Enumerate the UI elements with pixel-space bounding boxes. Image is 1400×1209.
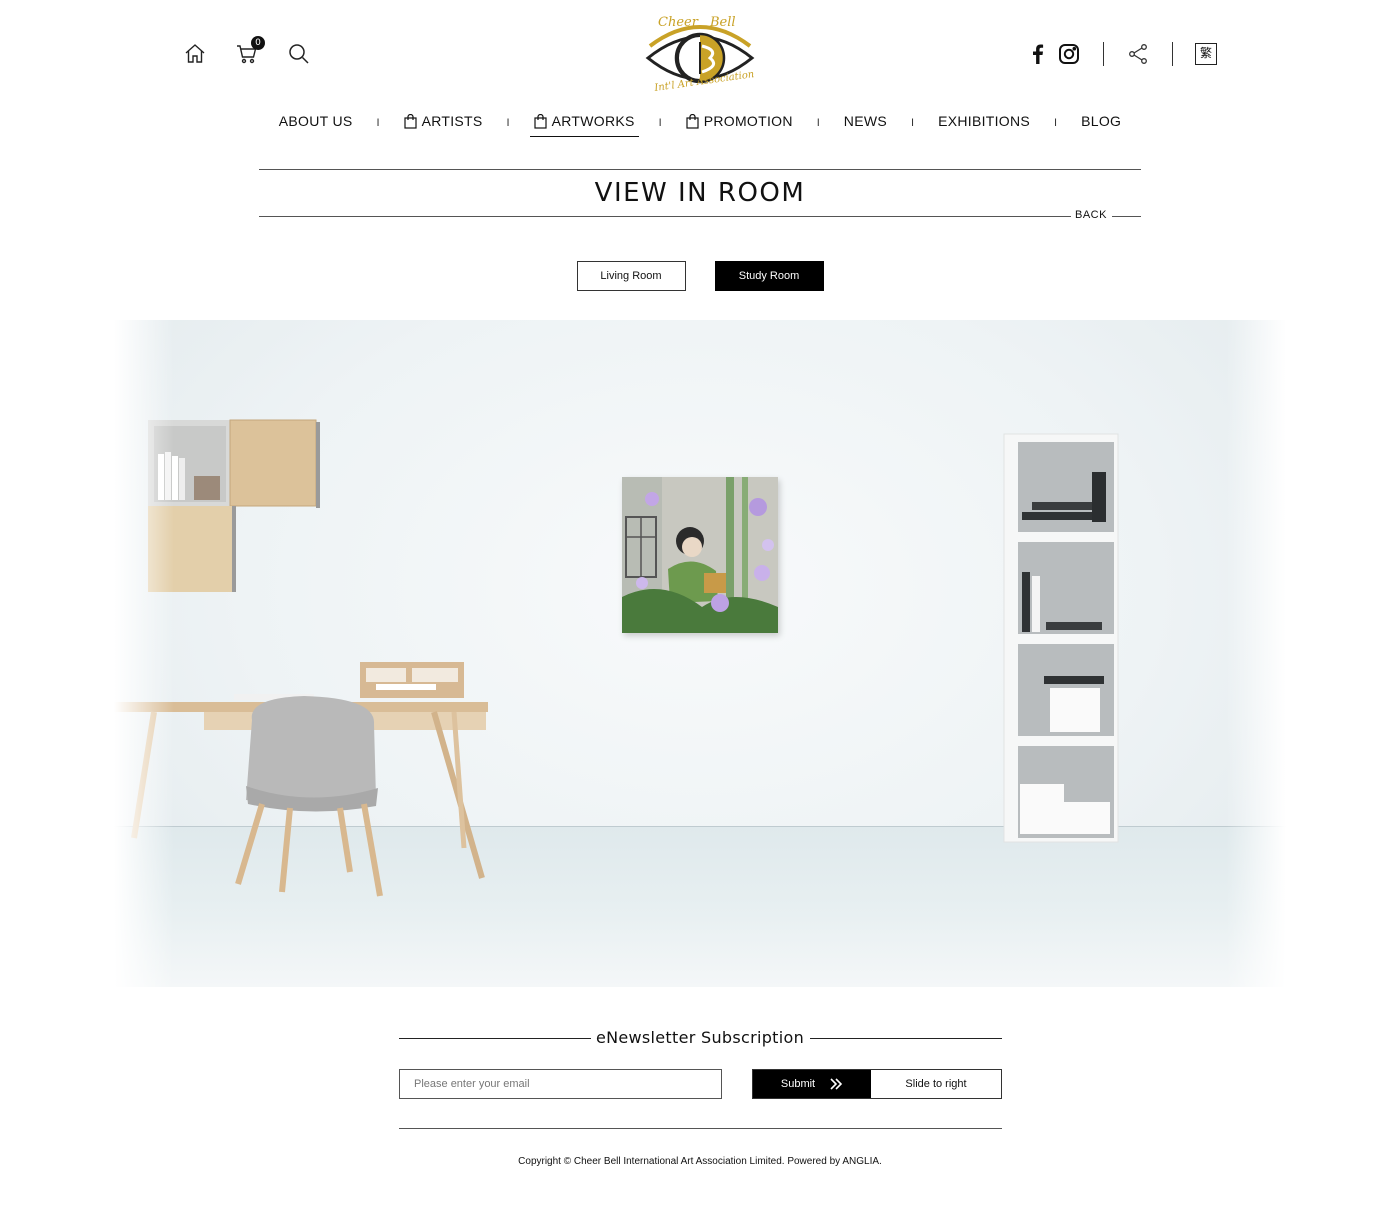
nav-item-promotion[interactable]: PROMOTION	[686, 113, 793, 133]
room-preview-scene	[114, 320, 1286, 987]
room-type-tabs: Living Room Study Room	[0, 261, 1400, 291]
newsletter-title: eNewsletter Subscription	[595, 1028, 805, 1047]
nav-separator: I	[1054, 117, 1058, 129]
scene-fade-left	[114, 320, 174, 987]
tab-living-room[interactable]: Living Room	[576, 261, 686, 291]
language-switch-button[interactable]: 繁	[1195, 43, 1217, 65]
header-divider	[1172, 42, 1173, 66]
nav-item-label: EXHIBITIONS	[938, 113, 1031, 129]
copyright-text: Copyright © Cheer Bell International Art…	[518, 1156, 882, 1167]
nav-item-blog[interactable]: BLOG	[1081, 113, 1121, 133]
shopping-bag-icon	[686, 113, 699, 129]
double-chevron-right-icon	[830, 1078, 843, 1090]
home-icon[interactable]	[183, 42, 207, 66]
header-right-tools: 繁	[1029, 42, 1217, 66]
nav-item-label: ABOUT US	[278, 113, 353, 129]
logo-text-bell: Bell	[710, 15, 736, 30]
logo-text-cheer: Cheer	[658, 15, 698, 30]
header-left-tools: 0	[183, 36, 311, 66]
nav-item-exhibitions[interactable]: EXHIBITIONS	[938, 113, 1030, 133]
nav-separator: I	[911, 117, 915, 129]
newsletter-slide-submit[interactable]: Submit Slide to right	[752, 1069, 1002, 1099]
nav-item-label: ARTISTS	[421, 113, 483, 129]
site-header: 0 Cheer Bell Int'l Art Association 繁	[0, 0, 1400, 100]
cart-count-badge: 0	[251, 36, 265, 50]
share-icon[interactable]	[1126, 42, 1150, 66]
nav-item-label: PROMOTION	[703, 113, 793, 129]
page-title: VIEW IN ROOM	[594, 178, 806, 208]
newsletter-divider-right	[810, 1038, 1002, 1039]
search-icon[interactable]	[287, 42, 311, 66]
title-divider-bottom	[259, 216, 1071, 217]
nav-item-about-us[interactable]: ABOUT US	[279, 113, 353, 133]
cart-icon[interactable]: 0	[235, 36, 265, 66]
site-logo[interactable]: Cheer Bell Int'l Art Association	[640, 12, 760, 100]
submit-label: Submit	[780, 1078, 816, 1090]
scene-fade-right	[1226, 320, 1286, 987]
main-nav: ABOUT US I ARTISTS I ARTWORKS I PROMOTIO…	[0, 108, 1400, 138]
submit-slider-handle[interactable]: Submit	[753, 1070, 871, 1098]
instagram-icon[interactable]	[1057, 42, 1081, 66]
nav-separator: I	[376, 117, 380, 129]
shopping-bag-icon	[403, 113, 417, 129]
nav-item-label: ARTWORKS	[551, 113, 635, 129]
title-divider-end	[1112, 216, 1141, 217]
nav-item-artists[interactable]: ARTISTS	[403, 113, 483, 133]
slide-instruction: Slide to right	[905, 1078, 967, 1090]
newsletter-email-input[interactable]	[399, 1069, 722, 1099]
title-divider-top	[259, 169, 1141, 170]
bookshelf-image	[1003, 433, 1119, 843]
nav-item-news[interactable]: NEWS	[844, 113, 887, 133]
tab-study-room[interactable]: Study Room	[714, 261, 824, 291]
header-divider	[1103, 42, 1104, 66]
nav-item-artworks[interactable]: ARTWORKS	[529, 113, 639, 137]
artwork-preview-image[interactable]	[622, 477, 778, 633]
nav-separator: I	[658, 117, 662, 129]
nav-item-label: BLOG	[1081, 113, 1122, 129]
nav-separator: I	[816, 117, 820, 129]
facebook-icon[interactable]	[1029, 42, 1047, 66]
footer-divider	[399, 1128, 1002, 1129]
nav-item-label: NEWS	[843, 113, 887, 129]
shopping-bag-icon	[533, 113, 547, 129]
back-link[interactable]: BACK	[1075, 209, 1107, 221]
nav-separator: I	[506, 117, 510, 129]
